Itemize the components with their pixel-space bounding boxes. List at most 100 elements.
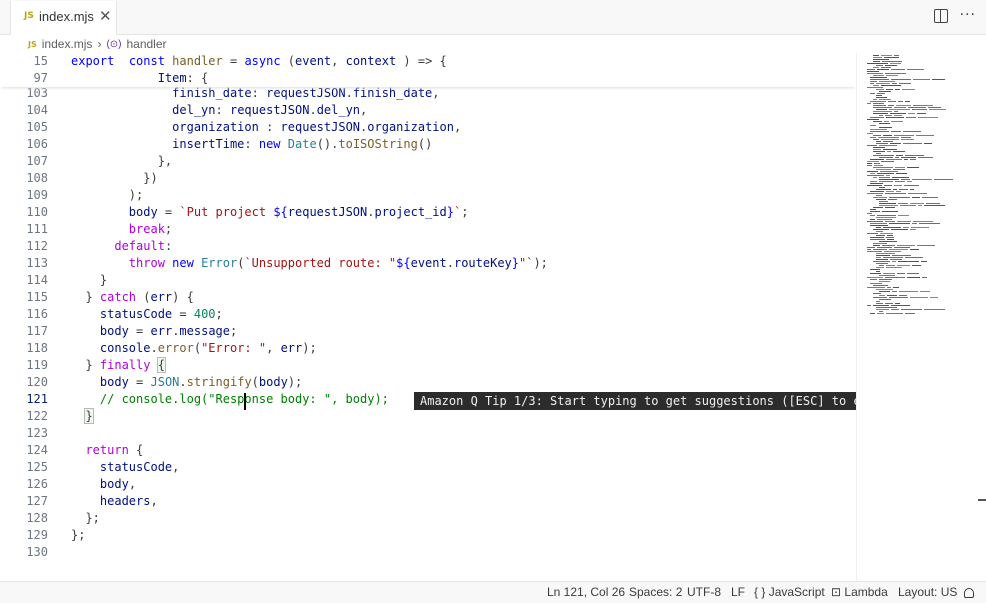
minimap-line <box>886 267 902 269</box>
line-number: 129 <box>26 528 48 542</box>
line-code: }) <box>71 170 157 187</box>
code-line[interactable]: 111 break; <box>0 221 856 238</box>
line-code: body = `Put project ${requestJSON.projec… <box>71 204 469 221</box>
code-token: } <box>446 205 454 219</box>
minimap-line <box>894 185 902 187</box>
line-number: 108 <box>26 171 48 185</box>
minimap-line <box>934 179 953 181</box>
close-icon[interactable]: ✕ <box>99 7 112 25</box>
code-line[interactable]: 124 return { <box>0 442 856 459</box>
end-of-line[interactable]: LF <box>731 585 745 599</box>
code-token: 400 <box>193 307 216 321</box>
minimap-line <box>891 121 903 123</box>
line-number: 127 <box>26 494 48 508</box>
code-token: { <box>128 443 144 457</box>
code-line[interactable]: 107 }, <box>0 153 856 170</box>
code-line[interactable]: 15 export const handler = async (event, c… <box>0 53 856 70</box>
code-editor[interactable]: 15 export const handler = async (event, c… <box>0 53 856 581</box>
keyboard-layout[interactable]: Layout: US <box>898 585 957 599</box>
code-line[interactable]: 129}; <box>0 527 856 544</box>
code-line[interactable]: 97 Item: { <box>0 70 856 87</box>
encoding[interactable]: UTF-8 <box>687 585 721 599</box>
code-token: organization <box>367 120 454 134</box>
code-token: = <box>172 307 194 321</box>
indentation[interactable]: Spaces: 2 <box>629 585 682 599</box>
code-token: ( <box>251 375 259 389</box>
code-token: : <box>258 120 281 134</box>
code-token: break <box>128 222 165 236</box>
code-token: finally <box>99 358 151 372</box>
minimap-line <box>908 113 915 115</box>
minimap-line <box>910 249 919 251</box>
breadcrumb-symbol[interactable]: handler <box>126 37 166 51</box>
sticky-scroll-header[interactable]: 15 export const handler = async (event, c… <box>0 53 856 87</box>
code-line[interactable]: 112 default: <box>0 238 856 255</box>
minimap-line <box>882 211 898 213</box>
cursor-position[interactable]: Ln 121, Col 26 <box>547 585 625 599</box>
code-token: ${ <box>273 205 288 219</box>
code-line[interactable]: 123 <box>0 425 856 442</box>
tab-index-mjs[interactable]: JS index.mjs ✕ <box>10 1 117 35</box>
notifications-icon[interactable] <box>964 587 974 601</box>
code-token: , <box>150 494 158 508</box>
code-token: }, <box>71 154 173 168</box>
code-token: body <box>128 205 158 219</box>
line-code: }; <box>71 527 85 544</box>
code-token: export <box>71 54 115 68</box>
code-line[interactable]: 104 del_yn: requestJSON.del_yn, <box>0 102 856 119</box>
line-code: default: <box>71 238 172 255</box>
tab-bar: JS index.mjs ✕ ··· <box>0 0 986 35</box>
code-line[interactable]: 127 headers, <box>0 493 856 510</box>
code-token: } <box>71 273 108 287</box>
code-line[interactable]: 120 body = JSON.stringify(body); <box>0 374 856 391</box>
code-token: requestJSON <box>266 86 346 100</box>
more-actions-icon[interactable]: ··· <box>960 7 976 23</box>
line-number: 107 <box>26 154 48 168</box>
code-line[interactable]: 113 throw new Error(`Unsupported route: … <box>0 255 856 272</box>
code-line[interactable]: 128 }; <box>0 510 856 527</box>
code-line[interactable]: 122 } <box>0 408 856 425</box>
code-token: body <box>99 477 129 491</box>
code-token: return <box>85 443 129 457</box>
split-editor-icon[interactable] <box>933 9 948 23</box>
minimap-line <box>867 305 871 307</box>
code-line[interactable]: 114 } <box>0 272 856 289</box>
minimap-line <box>907 69 924 71</box>
code-line[interactable]: 126 body, <box>0 476 856 493</box>
line-code: insertTime: new Date().toISOString() <box>71 136 432 153</box>
code-token: ); <box>287 375 303 389</box>
code-line[interactable]: 109 ); <box>0 187 856 204</box>
code-line[interactable]: 117 body = err.message; <box>0 323 856 340</box>
minimap[interactable] <box>856 53 986 581</box>
code-line[interactable]: 119 } finally { <box>0 357 856 374</box>
language-mode[interactable]: { } JavaScript <box>754 585 825 599</box>
line-number: 125 <box>26 460 48 474</box>
code-line[interactable]: 105 organization : requestJSON.organizat… <box>0 119 856 136</box>
minimap-line <box>888 199 897 201</box>
code-token: body <box>258 375 288 389</box>
code-line[interactable]: 125 statusCode, <box>0 459 856 476</box>
line-number: 123 <box>26 426 48 440</box>
code-line[interactable]: 103 finish_date: requestJSON.finish_date… <box>0 85 856 102</box>
code-line[interactable]: 130 <box>0 544 856 561</box>
code-line[interactable]: 116 statusCode = 400; <box>0 306 856 323</box>
line-code: throw new Error(`Unsupported route: "${e… <box>71 255 548 272</box>
code-line[interactable]: 118 console.error("Error: ", err); <box>0 340 856 357</box>
line-number: 113 <box>26 256 48 270</box>
code-line[interactable]: 110 body = `Put project ${requestJSON.pr… <box>0 204 856 221</box>
code-line[interactable]: 106 insertTime: new Date().toISOString() <box>0 136 856 153</box>
code-line[interactable]: 108 }) <box>0 170 856 187</box>
minimap-line <box>886 117 904 119</box>
code-line[interactable]: 115 } catch (err) { <box>0 289 856 306</box>
lambda-status[interactable]: ⊡ Lambda <box>831 585 888 599</box>
minimap-line <box>898 215 909 217</box>
code-token: body <box>99 324 129 338</box>
breadcrumb-file[interactable]: index.mjs <box>42 37 93 51</box>
code-token: = <box>128 324 151 338</box>
